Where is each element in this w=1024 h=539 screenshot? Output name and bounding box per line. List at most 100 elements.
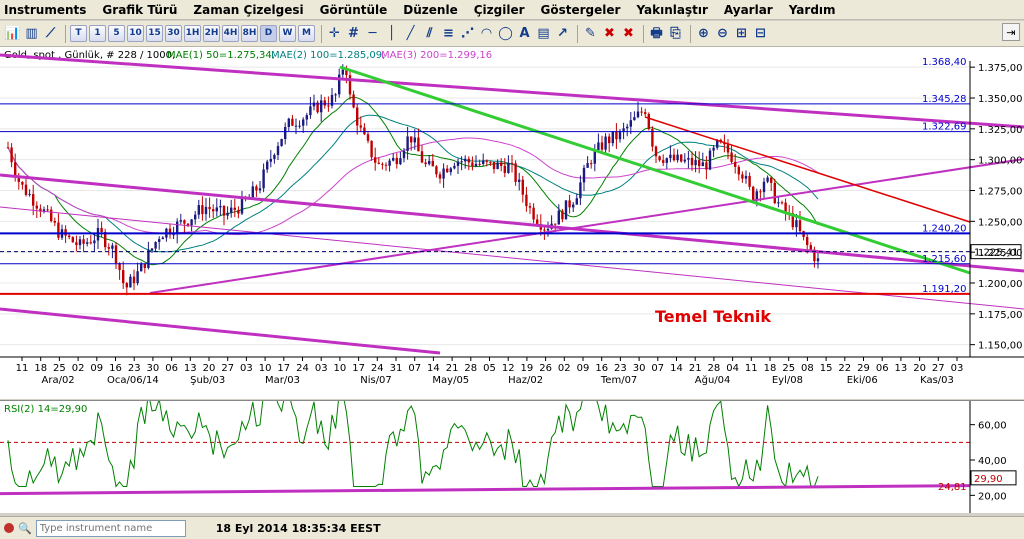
candle-down [35, 205, 38, 209]
label-tool-icon[interactable]: ▤ [535, 25, 552, 42]
candle-up [158, 239, 161, 242]
candle-down [122, 270, 125, 284]
candle-chart-icon[interactable]: ▥ [23, 25, 40, 42]
period-30m-button[interactable]: 30 [165, 25, 182, 42]
period-10m-button[interactable]: 10 [127, 25, 144, 42]
trendline-icon[interactable]: ╱ [402, 25, 419, 42]
candle-down [417, 137, 420, 152]
zoom-reset-icon[interactable]: ⊟ [752, 25, 769, 42]
month-label: Ağu/04 [695, 374, 731, 386]
candle-down [6, 147, 10, 149]
panel-toggle-button[interactable]: ⇥ [1002, 23, 1020, 41]
candle-up [622, 128, 625, 132]
month-label: Kas/03 [920, 375, 954, 386]
candle-down [352, 94, 355, 108]
period-month-button[interactable]: M [298, 25, 315, 42]
candle-up [176, 221, 179, 235]
time-tick-label: 02 [72, 363, 85, 374]
delete-icon[interactable]: ✖ [601, 25, 618, 42]
menu-view[interactable]: Görüntüle [320, 3, 388, 17]
menu-instruments[interactable]: Instruments [4, 3, 86, 17]
time-tick-label: 08 [801, 363, 814, 374]
candle-up [86, 242, 89, 244]
rsi-chart[interactable]: RSI(2) 14=29,90 24,81 29,90 60,00 40,00 20,… [0, 391, 1024, 513]
text-tool-icon[interactable]: A [516, 25, 533, 42]
channel-icon[interactable]: ⫽ [421, 25, 438, 42]
candle-down [503, 165, 506, 173]
zoom-in-icon[interactable]: ⊕ [695, 25, 712, 42]
candle-up [341, 69, 344, 75]
bar-chart-icon[interactable]: 📊 [4, 25, 21, 42]
candle-down [770, 177, 773, 183]
candle-up [604, 136, 607, 150]
edit-line-icon[interactable]: ✎ [582, 25, 599, 42]
period-1h-button[interactable]: 1H [184, 25, 201, 42]
print-icon[interactable]: 🖶 [648, 25, 665, 42]
period-8h-button[interactable]: 8H [241, 25, 258, 42]
vertical-line-icon[interactable]: │ [383, 25, 400, 42]
time-tick-label: 03 [951, 363, 964, 374]
rsi-tick-label: 40,00 [978, 456, 1007, 467]
candle-down [554, 223, 557, 225]
crosshair-icon[interactable]: ✛ [326, 25, 343, 42]
arc-icon[interactable]: ◠ [478, 25, 495, 42]
candle-down [53, 221, 56, 223]
zoom-area-icon[interactable]: ⊞ [733, 25, 750, 42]
price-chart-panel[interactable]: Gold, spot , Günlük, # 228 / 1000, MAE(1… [0, 47, 1024, 399]
candle-up [618, 131, 622, 140]
time-tick-label: 21 [689, 363, 702, 374]
time-tick-label: 14 [427, 363, 440, 374]
candle-up [518, 179, 521, 182]
fan-icon[interactable]: ⋰ [459, 25, 476, 42]
period-15m-button[interactable]: 15 [146, 25, 163, 42]
candle-down [435, 166, 438, 175]
time-tick-label: 25 [782, 363, 795, 374]
delete-all-icon[interactable]: ✖ [620, 25, 637, 42]
period-day-button[interactable]: D [260, 25, 277, 42]
period-week-button[interactable]: W [279, 25, 296, 42]
rsi-background [0, 401, 1024, 513]
candle-down [424, 162, 427, 165]
copy-icon[interactable]: ⎘ [667, 25, 684, 42]
candle-down [471, 162, 474, 167]
time-tick-label: 24 [371, 363, 384, 374]
price-chart[interactable]: Gold, spot , Günlük, # 228 / 1000, MAE(1… [0, 47, 1024, 399]
instrument-search-input[interactable] [35, 519, 186, 537]
time-tick-label: 12 [502, 363, 515, 374]
menu-lines[interactable]: Çizgiler [474, 3, 525, 17]
arrow-tool-icon[interactable]: ↗ [554, 25, 571, 42]
grid-icon[interactable]: # [345, 25, 362, 42]
period-1m-button[interactable]: 1 [89, 25, 106, 42]
period-tick-button[interactable]: T [70, 25, 87, 42]
line-chart-icon[interactable]: ⟋ [42, 25, 59, 42]
zoom-out-icon[interactable]: ⊖ [714, 25, 731, 42]
candle-up [762, 181, 766, 193]
time-tick-label: 27 [932, 363, 945, 374]
rsi-panel[interactable]: RSI(2) 14=29,90 24,81 29,90 60,00 40,00 20,… [0, 391, 1024, 513]
menu-edit[interactable]: Düzenle [403, 3, 457, 17]
period-4h-button[interactable]: 4H [222, 25, 239, 42]
fibonacci-icon[interactable]: ≡ [440, 25, 457, 42]
candle-down [690, 157, 694, 166]
candle-down [809, 245, 812, 250]
menu-zoom[interactable]: Yakınlaştır [636, 3, 707, 17]
menu-help[interactable]: Yardım [789, 3, 836, 17]
candle-down [201, 205, 204, 215]
menu-settings[interactable]: Ayarlar [724, 3, 773, 17]
horizontal-line-icon[interactable]: ─ [364, 25, 381, 42]
candle-up [276, 146, 280, 155]
time-tick-label: 13 [184, 363, 197, 374]
candle-up [766, 177, 769, 182]
toolbar: 📊 ▥ ⟋ T 1 5 10 15 30 1H 2H 4H 8H D W M ✛… [0, 21, 1024, 47]
candle-down [114, 245, 118, 264]
period-2h-button[interactable]: 2H [203, 25, 220, 42]
candle-up [258, 188, 262, 191]
ellipse-icon[interactable]: ◯ [497, 25, 514, 42]
menu-chart-type[interactable]: Grafik Türü [102, 3, 177, 17]
time-tick-label: 19 [521, 363, 534, 374]
period-5m-button[interactable]: 5 [108, 25, 125, 42]
menu-timeframe[interactable]: Zaman Çizelgesi [193, 3, 303, 17]
level-label: 1.240,20 [922, 223, 967, 234]
time-tick-label: 27 [221, 363, 234, 374]
menu-indicators[interactable]: Göstergeler [541, 3, 621, 17]
